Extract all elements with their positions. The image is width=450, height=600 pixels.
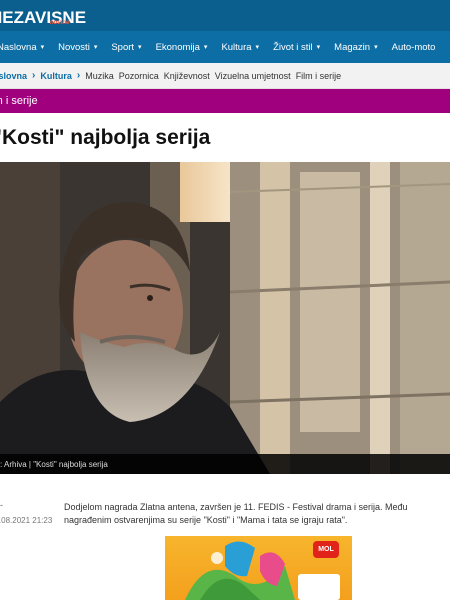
nav-item-label: Život i stil	[273, 41, 313, 53]
article-lead: Dodjelom nagrada Zlatna antena, završen …	[64, 502, 408, 525]
nav-item-sport[interactable]: Sport ▾	[111, 31, 155, 63]
publish-date: 15.08.2021 21:23	[0, 516, 53, 525]
breadcrumb: Naslovna › Kultura › Muzika Pozornica Knji…	[0, 63, 450, 89]
nav-item-život-i-stil[interactable]: Život i stil ▾	[273, 31, 334, 63]
chevron-right-icon: ›	[32, 70, 36, 81]
nav-item-magazin[interactable]: Magazin ▾	[334, 31, 391, 63]
subnav-link[interactable]: Muzika	[85, 71, 114, 81]
category-label[interactable]: Film i serije	[0, 95, 38, 107]
chevron-down-icon: ▾	[93, 44, 98, 51]
article-photo: Foto: Arhiva | "Kosti" najbolja serija	[0, 162, 450, 474]
author: -	[0, 500, 3, 510]
subnav-link[interactable]: Pozornica	[119, 71, 159, 81]
nav-item-ekonomija[interactable]: Ekonomija ▾	[156, 31, 222, 63]
chevron-down-icon: ▾	[374, 44, 378, 51]
subnav-link[interactable]: Film i serije	[296, 71, 342, 81]
main-nav: Naslovna ▾ Novosti ▾ Sport ▾ Ekonomija ▾ Kultura…	[0, 31, 450, 63]
nav-item-auto-moto[interactable]: Auto-moto	[392, 31, 450, 63]
photo-illustration	[0, 162, 450, 474]
nav-item-label: Ekonomija	[155, 41, 200, 53]
chevron-down-icon: ▾	[255, 44, 260, 51]
logo-text: NEZAVISNE	[0, 8, 87, 27]
chevron-right-icon: ›	[76, 70, 81, 81]
chevron-down-icon: ▾	[40, 44, 45, 51]
chevron-down-icon: ▾	[203, 44, 208, 51]
breadcrumb-section[interactable]: Kultura	[40, 71, 72, 81]
subnav-link[interactable]: Književnost	[164, 71, 210, 81]
logo-subtitle: novine	[50, 20, 70, 26]
chevron-down-icon: ▾	[138, 44, 142, 51]
ad-card-image	[298, 574, 340, 600]
nav-item-naslovna[interactable]: Naslovna ▾	[0, 31, 58, 63]
nav-item-label: Magazin	[334, 41, 371, 53]
nav-item-label: Sport	[111, 41, 135, 53]
site-header: NEZAVISNE novine	[0, 0, 450, 31]
photo-caption-text: Foto: Arhiva | "Kosti" najbolja serija	[0, 459, 108, 469]
breadcrumb-home[interactable]: Naslovna	[0, 71, 27, 81]
nav-item-label: Kultura	[221, 41, 252, 53]
page-title: "Kosti" najbolja serija	[0, 126, 211, 149]
nav-item-label: Naslovna	[0, 41, 37, 53]
nav-item-label: Auto-moto	[391, 41, 436, 53]
subnav: Muzika Pozornica Književnost Vizuelna umjet…	[85, 71, 346, 81]
ad-brand-logo: MOL	[313, 541, 339, 558]
article-meta: - 15.08.2021 21:23	[0, 500, 60, 525]
chevron-down-icon: ▾	[316, 44, 321, 51]
nav-item-novosti[interactable]: Novosti ▾	[58, 31, 111, 63]
category-band: Film i serije	[0, 89, 450, 113]
photo-caption: Foto: Arhiva | "Kosti" najbolja serija	[0, 454, 450, 474]
nav-item-kultura[interactable]: Kultura ▾	[221, 31, 273, 63]
site-logo[interactable]: NEZAVISNE	[0, 8, 86, 28]
subnav-link[interactable]: Vizuelna umjetnost	[215, 71, 291, 81]
advertisement[interactable]: MOL	[165, 536, 352, 600]
nav-item-label: Novosti	[58, 41, 90, 53]
